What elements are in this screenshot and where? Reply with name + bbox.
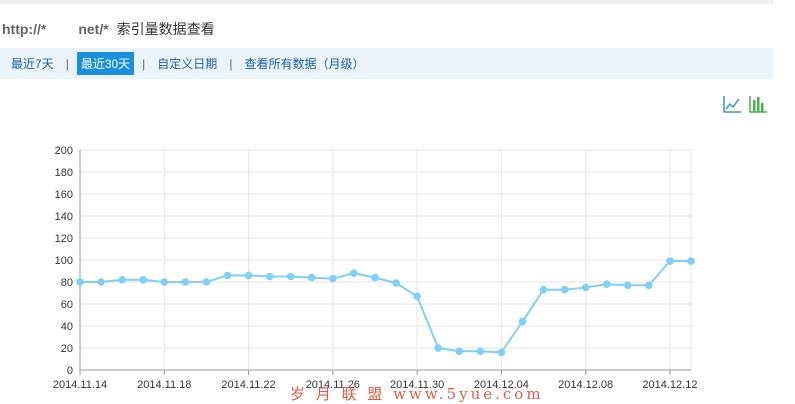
y-tick-label: 180 [55,167,73,179]
line-chart-button[interactable] [722,94,742,114]
data-point [223,271,232,280]
site-url-suffix: net/* [78,21,109,37]
x-tick-label: 2014.11.22 [221,379,275,391]
nav-separator: | [229,56,233,71]
data-point [329,274,337,283]
data-point [97,278,105,286]
x-tick-label: 2014.11.18 [137,379,191,391]
data-point [350,269,358,277]
data-point [666,257,674,265]
data-point [139,276,148,284]
data-point [602,280,611,288]
y-tick-label: 80 [61,277,73,289]
series-line [80,260,691,354]
data-point [286,272,295,281]
data-point [455,347,464,356]
top-rule [0,0,773,4]
nav-last-7-days[interactable]: 最近7天 [7,52,58,75]
x-tick-label: 2014.11.14 [53,379,107,391]
y-tick-label: 160 [55,189,73,201]
y-tick-label: 0 [67,365,73,377]
y-tick-label: 60 [61,299,73,311]
y-tick-label: 200 [55,145,73,157]
y-tick-label: 140 [55,211,73,223]
data-point [497,348,506,357]
index-volume-chart: 0 20 40 60 80 100 120 140 160 180 200 2014.11.14 201… [53,145,698,391]
nav-custom-date[interactable]: 自定义日期 [153,52,221,75]
nav-separator: | [65,56,69,71]
data-point [560,285,569,294]
y-tick-label: 120 [55,233,73,245]
data-point [371,273,379,282]
y-tick-label: 20 [61,343,73,355]
watermark-text: 岁 月 联 盟 www.5yue.com [290,385,544,403]
page-title: http://* net/* 索引量数据查看 [2,17,215,41]
x-tick-label: 2014.12.12 [642,379,697,391]
data-point [181,278,190,286]
data-point [118,276,126,284]
data-point [413,292,421,301]
y-tick-label: 40 [61,321,73,333]
site-url-prefix: http://* [2,21,47,37]
data-point [244,271,253,280]
data-point [434,344,442,352]
data-point [160,278,169,286]
line-chart-icon [723,96,741,113]
data-point [581,283,590,292]
data-point [476,347,485,356]
bar-chart-button[interactable] [748,94,768,114]
date-range-nav: 最近7天 | 最近30天 | 自定义日期 | 查看所有数据（月级） [0,48,773,79]
nav-all-monthly[interactable]: 查看所有数据（月级） [240,52,368,75]
y-tick-label: 100 [55,255,73,267]
data-point [645,281,653,290]
data-point [307,273,316,282]
data-point [76,278,84,286]
page-title-text: 索引量数据查看 [116,21,215,37]
data-point [623,281,632,290]
data-point [518,317,527,326]
data-point [392,279,400,287]
data-point [265,272,274,281]
bar-chart-icon [749,96,767,113]
nav-last-30-days[interactable]: 最近30天 [76,52,135,75]
data-point [202,278,211,286]
nav-separator: | [142,56,146,71]
x-tick-label: 2014.12.08 [558,379,613,391]
data-point [687,257,695,265]
data-point [539,285,548,294]
